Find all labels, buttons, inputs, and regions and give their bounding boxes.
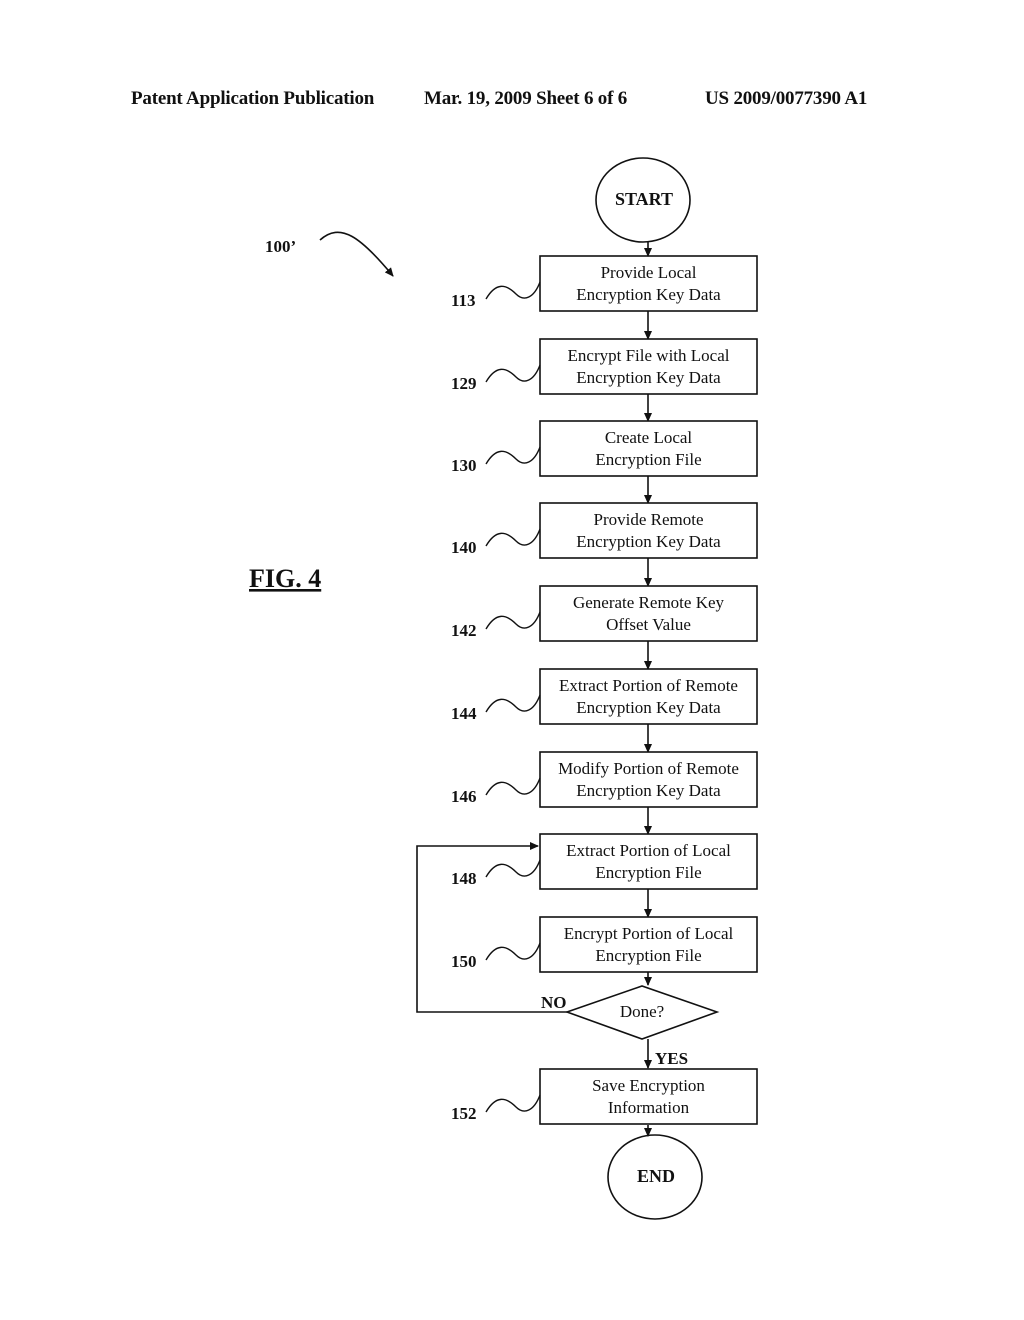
step-129-text-line: Encryption Key Data: [576, 368, 721, 387]
step-146-reference-number: 146: [451, 787, 477, 806]
flowchart: 100’ FIG. 4 START Provide Local Encryptio…: [249, 157, 758, 1220]
step-146: Modify Portion of Remote Encryption Key D…: [451, 751, 758, 808]
step-146-text-line: Encryption Key Data: [576, 781, 721, 800]
step-130: Create Local Encryption File 130: [451, 420, 758, 477]
step-148-reference-number: 148: [451, 869, 477, 888]
step-113-leader-line: [485, 281, 541, 300]
end-label: END: [637, 1166, 675, 1186]
step-150-text-line: Encryption File: [595, 946, 701, 965]
step-140-text-line: Provide Remote: [593, 510, 703, 529]
decision-no-label: NO: [541, 993, 567, 1012]
step-148-text-line: Encryption File: [595, 863, 701, 882]
process-steps: Provide Local Encryption Key Data 113 Encry…: [451, 255, 758, 1125]
step-113-reference-number: 113: [451, 291, 476, 310]
step-113-text-line: Encryption Key Data: [576, 285, 721, 304]
step-130-leader-line: [485, 446, 541, 465]
step-142-text-line: Generate Remote Key: [573, 593, 725, 612]
step-129-reference-number: 129: [451, 374, 477, 393]
step-113-text-line: Provide Local: [601, 263, 697, 282]
step-140: Provide Remote Encryption Key Data 140: [451, 502, 758, 559]
step-148-leader-line: [485, 859, 541, 878]
step-144-text-line: Encryption Key Data: [576, 698, 721, 717]
step-150-reference-number: 150: [451, 952, 477, 971]
figure-reference-arrow: [319, 231, 394, 277]
step-150-leader-line: [485, 942, 541, 961]
step-140-leader-line: [485, 528, 541, 547]
figure-label: FIG. 4: [249, 564, 321, 593]
step-152: Save Encryption Information 152: [451, 1068, 758, 1125]
start-label: START: [615, 189, 673, 209]
step-144-reference-number: 144: [451, 704, 477, 723]
step-150: Encrypt Portion of Local Encryption File 1…: [451, 916, 758, 973]
step-152-text-line: Information: [608, 1098, 690, 1117]
step-142-reference-number: 142: [451, 621, 477, 640]
step-146-leader-line: [485, 777, 541, 796]
step-144-text-line: Extract Portion of Remote: [559, 676, 738, 695]
step-129: Encrypt File with Local Encryption Key Da…: [451, 338, 758, 395]
step-113: Provide Local Encryption Key Data 113: [451, 255, 758, 312]
step-152-text-line: Save Encryption: [592, 1076, 705, 1095]
step-130-reference-number: 130: [451, 456, 477, 475]
step-140-text-line: Encryption Key Data: [576, 532, 721, 551]
step-142-text-line: Offset Value: [606, 615, 691, 634]
step-129-leader-line: [485, 364, 541, 383]
step-152-leader-line: [485, 1094, 541, 1113]
step-150-text-line: Encrypt Portion of Local: [564, 924, 734, 943]
step-148-text-line: Extract Portion of Local: [566, 841, 731, 860]
step-142: Generate Remote Key Offset Value 142: [451, 585, 758, 642]
decision-label: Done?: [620, 1002, 664, 1021]
step-140-reference-number: 140: [451, 538, 477, 557]
step-152-reference-number: 152: [451, 1104, 477, 1123]
step-144-leader-line: [485, 694, 541, 713]
step-146-text-line: Modify Portion of Remote: [558, 759, 739, 778]
step-130-text-line: Encryption File: [595, 450, 701, 469]
step-130-text-line: Create Local: [605, 428, 693, 447]
step-144: Extract Portion of Remote Encryption Key …: [451, 668, 758, 725]
step-148: Extract Portion of Local Encryption File 1…: [451, 833, 758, 890]
step-129-text-line: Encrypt File with Local: [568, 346, 730, 365]
figure-reference-label: 100’: [265, 237, 296, 256]
decision-yes-label: YES: [655, 1049, 688, 1068]
step-142-leader-line: [485, 611, 541, 630]
